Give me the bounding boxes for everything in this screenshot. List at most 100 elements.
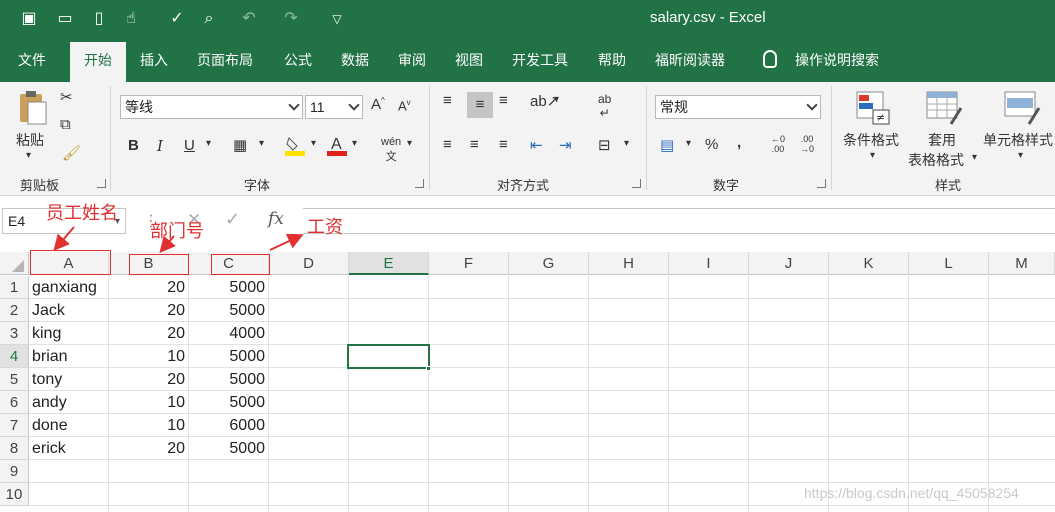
print-preview-icon[interactable]: ⌕ [198, 9, 220, 29]
cell-styles-dropdown-icon[interactable]: ▾ [1018, 150, 1023, 161]
bold-icon[interactable]: B [128, 137, 139, 154]
cell-c2[interactable]: 5000 [189, 299, 269, 322]
cell-styles-icon[interactable] [1003, 90, 1041, 126]
align-bottom-icon[interactable]: ≡ [499, 92, 508, 109]
tab-insert[interactable]: 插入 [140, 38, 168, 82]
alignment-launcher-icon[interactable] [632, 179, 641, 188]
row-header-9[interactable]: 9 [0, 460, 29, 483]
cell-a7[interactable]: done [29, 414, 109, 437]
row-header-8[interactable]: 8 [0, 437, 29, 460]
cell-a3[interactable]: king [29, 322, 109, 345]
column-header-f[interactable]: F [429, 252, 509, 275]
cell-b6[interactable]: 10 [109, 391, 189, 414]
fill-handle[interactable] [426, 366, 431, 371]
insert-function-icon[interactable]: fx [268, 209, 284, 229]
cell-b1[interactable]: 20 [109, 276, 189, 299]
open-folder-icon[interactable]: ▭ [54, 9, 76, 29]
tab-developer[interactable]: 开发工具 [512, 38, 568, 82]
increase-font-icon[interactable]: A^ [371, 96, 385, 113]
number-launcher-icon[interactable] [817, 179, 826, 188]
decrease-font-icon[interactable]: Av [398, 98, 411, 113]
increase-indent-icon[interactable]: ⇥ [559, 136, 572, 154]
wrap-text-icon[interactable]: ab ↵ [598, 92, 611, 120]
conditional-format-dropdown-icon[interactable]: ▾ [870, 150, 875, 161]
align-right-icon[interactable]: ≡ [499, 136, 508, 153]
format-as-table-dropdown-icon[interactable]: ▾ [972, 152, 977, 163]
tab-data[interactable]: 数据 [341, 38, 369, 82]
row-header-10[interactable]: 10 [0, 483, 29, 506]
row-header-1[interactable]: 1 [0, 276, 29, 299]
tab-file[interactable]: 文件 [18, 38, 46, 82]
number-format-select[interactable]: 常规 [655, 95, 821, 119]
cell-a2[interactable]: Jack [29, 299, 109, 322]
customize-qat-icon[interactable]: ▽ [326, 9, 348, 29]
paste-icon[interactable] [16, 90, 48, 126]
align-center-icon[interactable]: ≡ [470, 136, 479, 153]
align-top-icon[interactable]: ≡ [443, 92, 452, 109]
touch-mode-icon[interactable]: ☝ [120, 9, 142, 29]
format-as-table-label-2[interactable]: 表格格式 [908, 150, 964, 170]
font-color-dropdown-icon[interactable]: ▾ [352, 138, 357, 149]
cell-c5[interactable]: 5000 [189, 368, 269, 391]
format-painter-icon[interactable]: 🖌 [62, 144, 81, 162]
column-header-j[interactable]: J [749, 252, 829, 275]
cell-c3[interactable]: 4000 [189, 322, 269, 345]
orientation-dropdown-icon[interactable]: ▾ [554, 94, 559, 105]
font-color-icon[interactable]: A [327, 134, 349, 156]
select-all-button[interactable] [0, 252, 29, 275]
column-header-k[interactable]: K [829, 252, 909, 275]
row-header-2[interactable]: 2 [0, 299, 29, 322]
new-file-icon[interactable]: ▯ [88, 9, 110, 29]
phonetic-dropdown-icon[interactable]: ▾ [407, 138, 412, 149]
cell-b3[interactable]: 20 [109, 322, 189, 345]
cell-a5[interactable]: tony [29, 368, 109, 391]
cell-b5[interactable]: 20 [109, 368, 189, 391]
align-middle-icon[interactable]: ≡ [467, 92, 493, 118]
tab-home[interactable]: 开始 [70, 42, 126, 82]
underline-icon[interactable]: U [184, 137, 195, 154]
font-size-select[interactable]: 11 [305, 95, 363, 119]
merge-center-icon[interactable]: ⊟ [598, 136, 611, 154]
cell-c7[interactable]: 6000 [189, 414, 269, 437]
merge-dropdown-icon[interactable]: ▾ [624, 138, 629, 149]
row-header-3[interactable]: 3 [0, 322, 29, 345]
tab-help[interactable]: 帮助 [598, 38, 626, 82]
cell-a8[interactable]: erick [29, 437, 109, 460]
comma-icon[interactable]: , [737, 134, 741, 151]
format-as-table-icon[interactable] [925, 90, 963, 126]
border-icon[interactable]: ▦ [233, 136, 247, 154]
row-header-5[interactable]: 5 [0, 368, 29, 391]
fill-color-icon[interactable] [285, 134, 305, 156]
decrease-decimal-icon[interactable]: .00 →0 [800, 134, 814, 154]
tab-review[interactable]: 审阅 [398, 38, 426, 82]
conditional-format-icon[interactable]: ≠ [855, 90, 891, 126]
increase-decimal-icon[interactable]: ←0.00 [771, 134, 785, 154]
row-header-6[interactable]: 6 [0, 391, 29, 414]
conditional-format-label[interactable]: 条件格式 [843, 130, 899, 150]
underline-dropdown-icon[interactable]: ▾ [206, 138, 211, 149]
paste-label[interactable]: 粘贴 [16, 130, 44, 150]
tab-page-layout[interactable]: 页面布局 [197, 38, 253, 82]
italic-icon[interactable]: I [157, 137, 163, 155]
decrease-indent-icon[interactable]: ⇤ [530, 136, 543, 154]
column-header-l[interactable]: L [909, 252, 989, 275]
redo-icon[interactable]: ↷ [280, 9, 302, 29]
cut-icon[interactable]: ✂ [60, 88, 73, 106]
save-icon[interactable]: ▣ [18, 9, 40, 29]
row-header-7[interactable]: 7 [0, 414, 29, 437]
cell-c6[interactable]: 5000 [189, 391, 269, 414]
cell-styles-label[interactable]: 单元格样式 [983, 130, 1053, 150]
copy-icon[interactable]: ⧉ [60, 116, 71, 133]
tab-formulas[interactable]: 公式 [284, 38, 312, 82]
cell-a4[interactable]: brian [29, 345, 109, 368]
phonetic-icon[interactable]: wén 文 [381, 136, 401, 164]
row-header-4[interactable]: 4 [0, 345, 29, 368]
cell-a1[interactable]: ganxiang [29, 276, 109, 299]
tell-me-search[interactable]: 操作说明搜索 [795, 38, 879, 82]
percent-icon[interactable]: % [705, 136, 718, 153]
undo-icon[interactable]: ↶ [238, 9, 260, 29]
cell-b8[interactable]: 20 [109, 437, 189, 460]
enter-checkmark-icon[interactable]: ✓ [225, 209, 240, 230]
cell-a6[interactable]: andy [29, 391, 109, 414]
format-as-table-label-1[interactable]: 套用 [928, 130, 956, 150]
